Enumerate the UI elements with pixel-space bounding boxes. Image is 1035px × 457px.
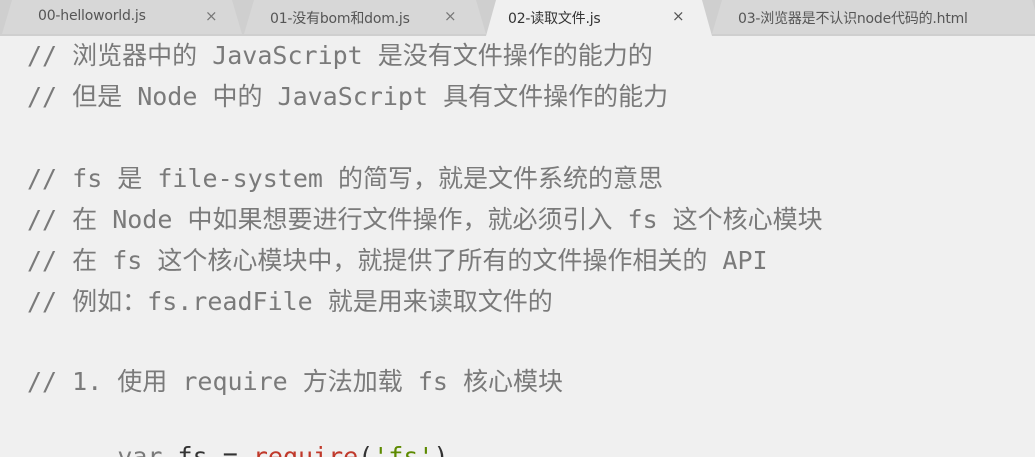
tab-read-file[interactable]: 02-读取文件.js × [486, 0, 712, 36]
assign-operator: = [222, 442, 238, 457]
code-comment-line: // 在 Node 中如果想要进行文件操作，就必须引入 fs 这个核心模块 [27, 205, 823, 234]
code-comment-line: // 例如：fs.readFile 就是用来读取文件的 [27, 287, 553, 316]
open-paren: ( [358, 442, 374, 457]
code-statement-line: var fs = require('fs') [27, 406, 448, 457]
module-name-string: 'fs' [373, 442, 434, 457]
code-comment-line: // 但是 Node 中的 JavaScript 具有文件操作的能力 [27, 82, 669, 111]
tab-label: 03-浏览器是不认识node代码的.html [738, 11, 968, 27]
close-paren: ) [433, 442, 449, 457]
tab-no-bom-dom[interactable]: 01-没有bom和dom.js × [244, 0, 486, 34]
tab-label: 01-没有bom和dom.js [270, 11, 410, 27]
tab-bar: 00-helloworld.js × 01-没有bom和dom.js × 02-… [0, 0, 1035, 36]
code-editor-window: 00-helloworld.js × 01-没有bom和dom.js × 02-… [0, 0, 1035, 457]
tab-helloworld[interactable]: 00-helloworld.js × [2, 0, 242, 34]
close-icon[interactable]: × [205, 7, 218, 25]
code-comment-line: // 浏览器中的 JavaScript 是没有文件操作的能力的 [27, 41, 653, 70]
tab-label: 00-helloworld.js [38, 8, 146, 24]
fs-identifier: fs [177, 442, 208, 457]
code-comment-line: // 1. 使用 require 方法加载 fs 核心模块 [27, 367, 563, 396]
tab-label: 02-读取文件.js [508, 11, 601, 27]
code-comment-line: // 在 fs 这个核心模块中，就提供了所有的文件操作相关的 API [27, 246, 768, 275]
code-area[interactable]: // 浏览器中的 JavaScript 是没有文件操作的能力的 // 但是 No… [0, 36, 1035, 457]
tab-browser-node-html[interactable]: 03-浏览器是不认识node代码的.html [712, 0, 1035, 34]
var-keyword: var [117, 442, 163, 457]
close-icon[interactable]: × [672, 7, 685, 25]
code-comment-line: // fs 是 file-system 的简写，就是文件系统的意思 [27, 164, 663, 193]
close-icon[interactable]: × [444, 7, 457, 25]
require-function: require [252, 442, 359, 457]
